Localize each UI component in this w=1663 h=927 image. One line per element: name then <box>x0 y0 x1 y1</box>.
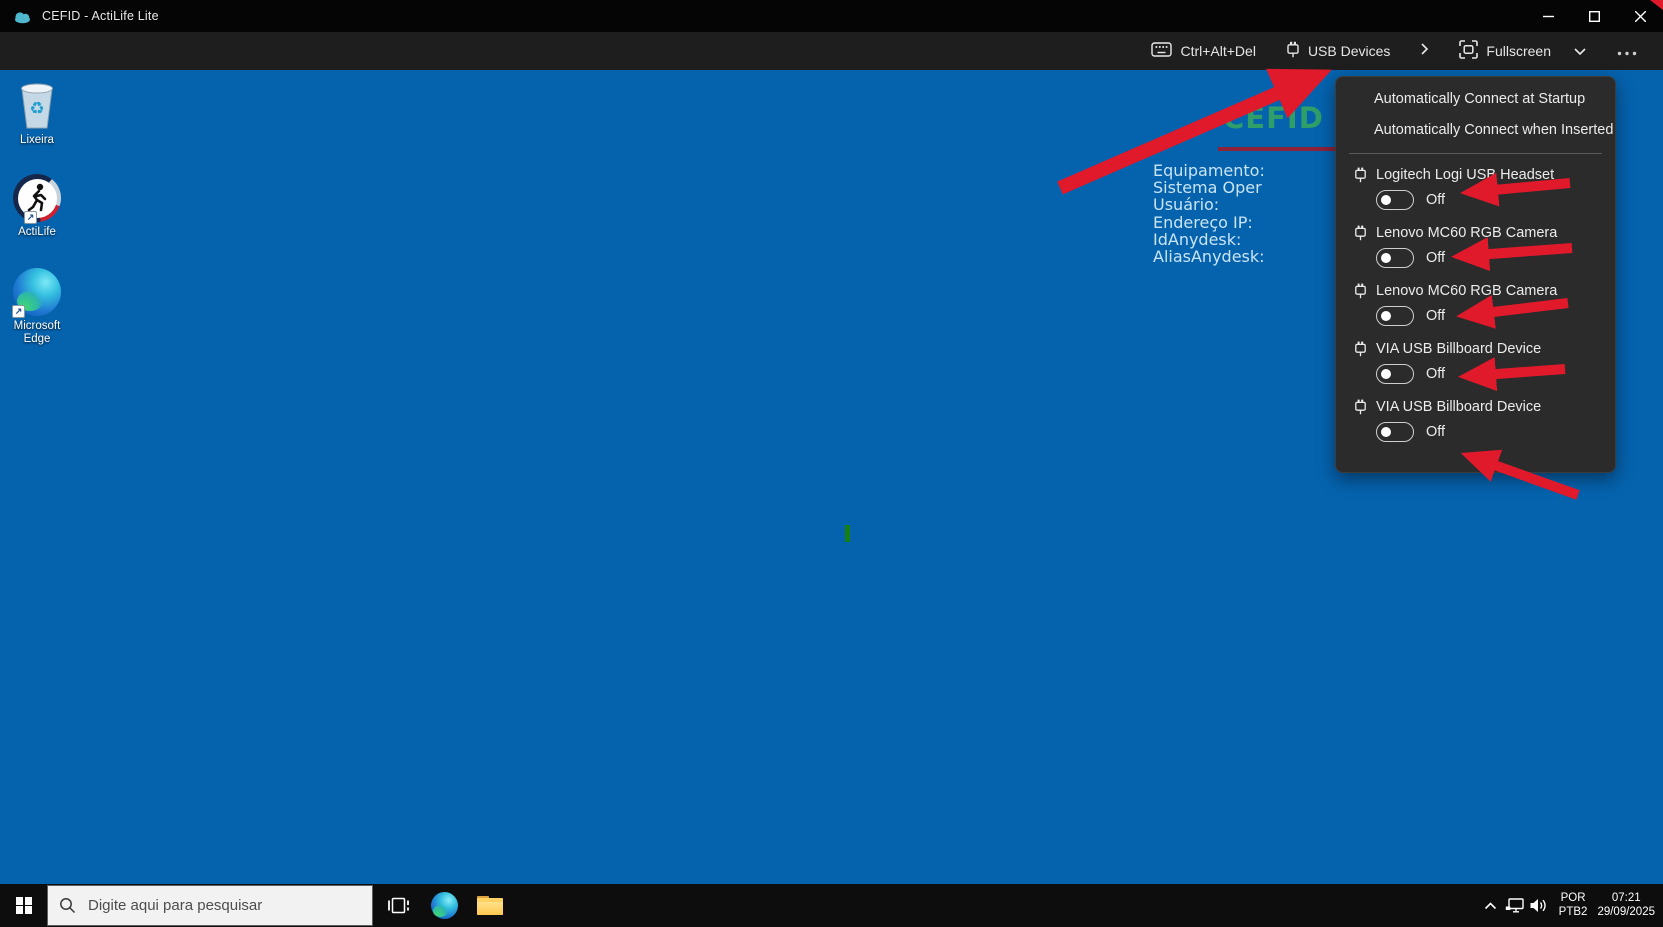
toggle-knob <box>1381 369 1391 379</box>
host-info-line: Equipamento: <box>1153 161 1265 180</box>
file-explorer-button[interactable] <box>468 884 512 927</box>
taskbar-search[interactable] <box>47 885 373 926</box>
usb-device-name: VIA USB Billboard Device <box>1376 399 1542 415</box>
usb-device-name: Logitech Logi USB Headset <box>1376 167 1555 183</box>
usb-device-state-label: Off <box>1426 250 1446 266</box>
network-icon[interactable] <box>1503 898 1527 913</box>
svg-text:♻: ♻ <box>29 99 44 119</box>
usb-plug-icon <box>1354 341 1368 357</box>
maximize-button[interactable] <box>1571 0 1617 32</box>
host-info-line: Endereço IP: <box>1153 212 1253 232</box>
session-toolbar: Ctrl+Alt+Del USB Devices Fullscreen <box>0 32 1663 70</box>
usb-device-state-label: Off <box>1426 192 1446 208</box>
menu-divider <box>1349 153 1602 154</box>
chevron-right-icon[interactable] <box>1420 42 1429 60</box>
desktop-icon-label: Microsoft Edge <box>13 320 61 345</box>
language-line1: POR <box>1560 892 1586 904</box>
usb-devices-label: USB Devices <box>1307 43 1391 59</box>
desktop-icon-label: ActiLife <box>18 226 56 238</box>
chevron-down-icon[interactable] <box>1573 43 1587 60</box>
usb-plug-icon <box>1354 283 1368 299</box>
usb-devices-button[interactable]: USB Devices <box>1286 41 1390 61</box>
edge-icon: ↗ <box>12 268 61 318</box>
usb-plug-icon <box>1354 225 1368 241</box>
usb-device-toggle[interactable] <box>1376 422 1414 442</box>
toggle-knob <box>1381 311 1391 321</box>
clock-time: 07:21 <box>1611 892 1641 904</box>
shortcut-arrow-badge: ↗ <box>24 211 37 224</box>
clock-date: 29/09/2025 <box>1597 905 1655 918</box>
corner-annotation-mark <box>1650 0 1663 10</box>
taskbar: POR PTB2 07:21 29/09/2025 <box>0 884 1663 927</box>
usb-device-name: Lenovo MC60 RGB Camera <box>1376 283 1558 299</box>
host-info-line: Sistema Oper <box>1153 178 1262 198</box>
taskbar-edge-button[interactable] <box>422 884 466 927</box>
clock[interactable]: 07:21 29/09/2025 <box>1597 892 1655 919</box>
usb-device-item: Lenovo MC60 RGB Camera Off <box>1336 223 1615 270</box>
windows-logo-icon <box>15 897 33 914</box>
actilife-icon: ↗ <box>13 174 61 224</box>
usb-device-state-label: Off <box>1426 308 1446 324</box>
edge-icon <box>430 892 458 919</box>
fullscreen-icon <box>1459 40 1479 62</box>
usb-device-toggle[interactable] <box>1376 190 1414 210</box>
host-info-line: IdAnydesk: <box>1153 229 1242 249</box>
keyboard-icon <box>1151 42 1173 60</box>
remote-desktop-window: CEFID - ActiLife Lite Ctrl+Alt+Del USB D… <box>0 0 1663 927</box>
usb-devices-menu: Automatically Connect at Startup Automat… <box>1335 76 1616 473</box>
fullscreen-button[interactable]: Fullscreen <box>1459 40 1551 62</box>
search-icon <box>59 897 76 914</box>
folder-icon <box>477 896 503 915</box>
host-info-line: Usuário: <box>1153 195 1220 215</box>
usb-menu-option[interactable]: Automatically Connect when Inserted <box>1336 115 1615 146</box>
recycle-bin-icon: ♻ <box>21 83 53 129</box>
anydesk-app-icon <box>13 8 33 24</box>
desktop-icon-label: Lixeira <box>20 134 54 146</box>
title-bar: CEFID - ActiLife Lite <box>0 0 1663 32</box>
task-view-button[interactable] <box>376 884 420 927</box>
minimize-button[interactable] <box>1525 0 1571 32</box>
host-info-lines: Equipamento: Sistema Oper Usuário: Endereço… <box>1153 162 1265 265</box>
desktop-icon-recycle-bin[interactable]: ♻ Lixeira <box>0 80 74 147</box>
usb-device-name: Lenovo MC60 RGB Camera <box>1376 225 1558 241</box>
usb-plug-icon <box>1354 167 1368 183</box>
toggle-knob <box>1381 253 1391 263</box>
volume-icon[interactable] <box>1527 898 1551 913</box>
host-info-underline <box>1218 147 1335 151</box>
usb-device-item: VIA USB Billboard Device Off <box>1336 339 1615 386</box>
usb-device-state-label: Off <box>1426 424 1446 440</box>
toggle-knob <box>1381 427 1391 437</box>
window-title: CEFID - ActiLife Lite <box>42 9 159 23</box>
language-line2: PTB2 <box>1558 905 1588 918</box>
ctrl-alt-del-button[interactable]: Ctrl+Alt+Del <box>1151 42 1256 60</box>
search-input[interactable] <box>86 896 336 915</box>
usb-device-list: Logitech Logi USB Headset Off Lenovo MC6… <box>1336 165 1615 444</box>
usb-device-item: VIA USB Billboard Device Off <box>1336 397 1615 444</box>
usb-device-toggle[interactable] <box>1376 306 1414 326</box>
usb-device-toggle[interactable] <box>1376 248 1414 268</box>
toggle-knob <box>1381 195 1391 205</box>
host-info-line: AliasAnydesk: <box>1153 247 1265 267</box>
shortcut-arrow-badge: ↗ <box>12 305 25 318</box>
usb-device-item: Lenovo MC60 RGB Camera Off <box>1336 281 1615 328</box>
usb-device-toggle[interactable] <box>1376 364 1414 384</box>
usb-plug-icon <box>1354 399 1368 415</box>
language-indicator[interactable]: POR PTB2 <box>1559 892 1588 919</box>
usb-plug-icon <box>1286 41 1300 61</box>
usb-device-name: VIA USB Billboard Device <box>1376 341 1542 357</box>
host-info-heading: CEFID - <box>1223 101 1348 135</box>
usb-menu-option[interactable]: Automatically Connect at Startup <box>1336 84 1615 115</box>
desktop-icon-actilife[interactable]: ↗ ActiLife <box>0 172 74 239</box>
tray-chevron-up-icon[interactable] <box>1479 901 1503 910</box>
usb-device-state-label: Off <box>1426 366 1446 382</box>
fullscreen-label: Fullscreen <box>1486 43 1551 59</box>
text-caret <box>845 525 850 542</box>
ctrl-alt-del-label: Ctrl+Alt+Del <box>1180 43 1256 59</box>
desktop-icon-microsoft-edge[interactable]: ↗ Microsoft Edge <box>0 266 74 345</box>
start-button[interactable] <box>0 884 48 927</box>
more-options-icon[interactable] <box>1617 43 1637 60</box>
usb-device-item: Logitech Logi USB Headset Off <box>1336 165 1615 212</box>
